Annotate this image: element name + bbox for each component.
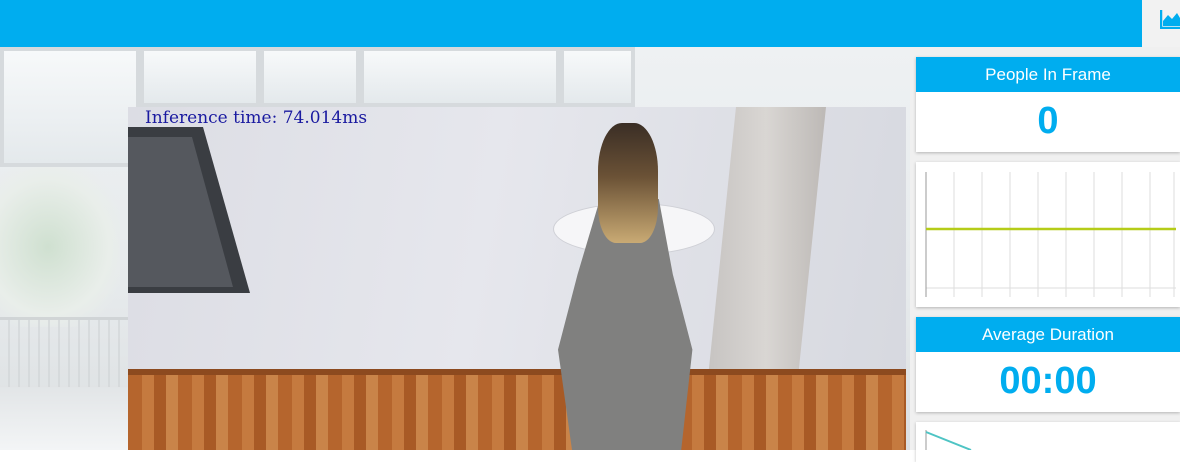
average-duration-title: Average Duration <box>916 317 1180 352</box>
area-chart-icon <box>1160 10 1180 29</box>
people-in-frame-value: 0 <box>1037 100 1059 142</box>
average-duration-card: Average Duration 00:00 <box>916 317 1180 412</box>
duration-series-line <box>925 431 972 451</box>
people-in-frame-card: People In Frame 0 <box>916 57 1180 152</box>
top-bar <box>0 0 1142 47</box>
duration-chart-card <box>916 422 1180 462</box>
duration-chart <box>925 430 972 451</box>
chart-tab[interactable] <box>1142 0 1180 47</box>
video-feed <box>128 107 906 450</box>
people-chart <box>925 172 1176 297</box>
inference-time-label: Inference time: 74.014ms <box>145 108 368 128</box>
average-duration-value: 00:00 <box>999 360 1097 402</box>
people-in-frame-title: People In Frame <box>916 57 1180 92</box>
people-chart-card <box>916 162 1180 307</box>
